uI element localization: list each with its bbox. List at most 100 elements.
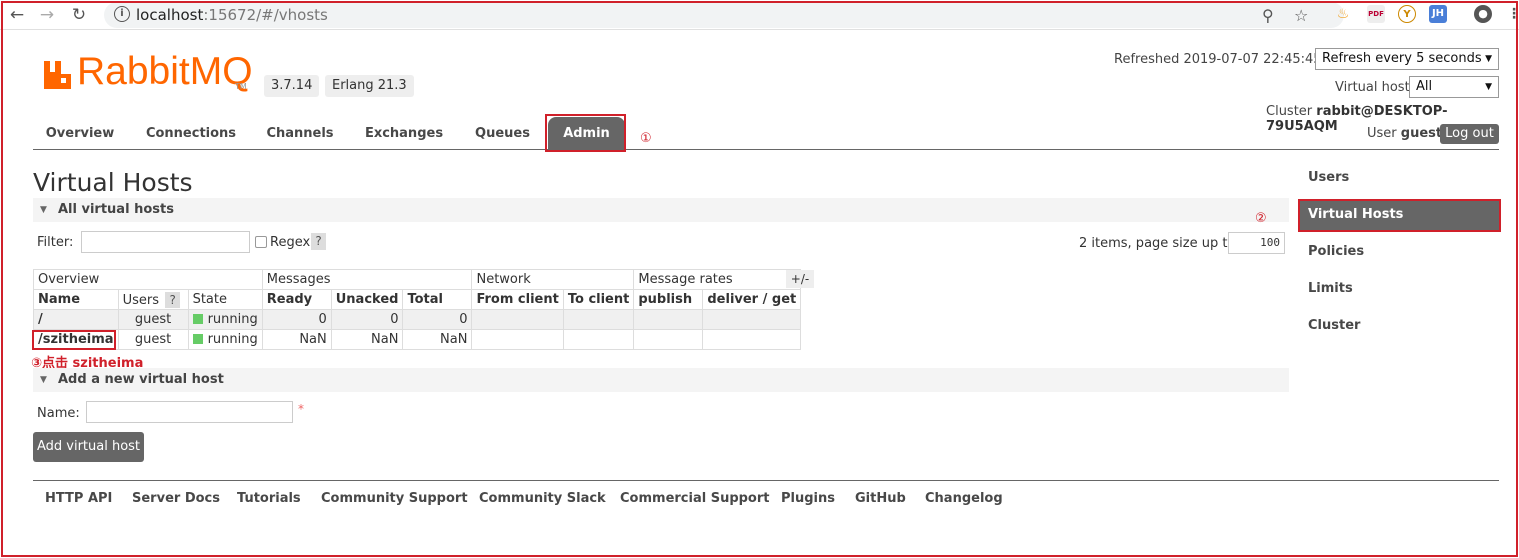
filter-input[interactable] — [81, 231, 250, 253]
col-users: Users ? — [117, 289, 189, 310]
vhost-total: 0 — [402, 309, 473, 330]
collapse-triangle-icon: ▼ — [40, 375, 47, 385]
sidebar-item-users[interactable]: Users — [1300, 163, 1499, 193]
url-text: localhost:15672/#/vhosts — [136, 6, 328, 24]
account-icon[interactable]: ● — [1474, 5, 1492, 23]
group-network: Network — [471, 269, 635, 290]
annotation-box-admin — [545, 114, 626, 152]
sidebar-item-limits[interactable]: Limits — [1300, 274, 1499, 304]
flame-extension-icon[interactable]: ♨ — [1334, 5, 1352, 23]
refreshed-text: Refreshed 2019-07-07 22:45:45 — [1114, 52, 1322, 67]
back-arrow-icon[interactable]: ← — [6, 4, 28, 26]
annotation-number-1: ① — [640, 131, 652, 146]
vhost-unacked: 0 — [330, 309, 404, 330]
vhost-deliver-get — [702, 309, 802, 330]
footer-link-server-docs[interactable]: Server Docs — [132, 491, 220, 506]
refresh-select-value: Refresh every 5 seconds — [1322, 51, 1482, 66]
tab-connections[interactable]: Connections — [133, 117, 249, 150]
tab-overview[interactable]: Overview — [33, 117, 127, 150]
yandex-extension-icon[interactable]: Y — [1398, 5, 1416, 23]
vhost-ready: NaN — [261, 329, 332, 350]
dropdown-arrow-icon: ▼ — [1485, 82, 1492, 92]
vhost-name-link[interactable]: / — [33, 309, 119, 330]
annotation-box-szitheima — [32, 330, 116, 350]
section-title: All virtual hosts — [58, 202, 174, 217]
table-group-header: Overview Messages Network Message rates — [33, 269, 802, 290]
vhost-deliver-get — [702, 329, 802, 350]
vhost-users: guest — [117, 329, 189, 350]
address-bar[interactable]: i localhost:15672/#/vhosts ⚲ ☆ — [104, 2, 1344, 28]
menu-icon[interactable]: ⋮ — [1505, 5, 1519, 23]
main-tabs: Overview Connections Channels Exchanges … — [33, 117, 1499, 150]
tab-exchanges[interactable]: Exchanges — [351, 117, 457, 150]
items-count-text: 2 items, page size up to — [1079, 236, 1236, 251]
table-column-header: Name Users ? State Ready Unacked Total F… — [33, 289, 802, 310]
footer-link-plugins[interactable]: Plugins — [781, 491, 835, 506]
browser-toolbar: ← → ↻ i localhost:15672/#/vhosts ⚲ ☆ ♨ P… — [0, 0, 1519, 30]
vhost-state: running — [187, 309, 263, 330]
footer-link-http-api[interactable]: HTTP API — [45, 491, 112, 506]
reload-icon[interactable]: ↻ — [68, 4, 90, 26]
forward-arrow-icon[interactable]: → — [36, 4, 58, 26]
virtual-hosts-table: Overview Messages Network Message rates … — [33, 269, 802, 350]
vhost-to-client — [562, 329, 635, 350]
vhost-publish — [633, 309, 704, 330]
sidebar-item-policies[interactable]: Policies — [1300, 237, 1499, 267]
column-toggle-button[interactable]: +/- — [786, 270, 814, 288]
page-title: Virtual Hosts — [33, 168, 193, 197]
state-running-icon — [192, 314, 203, 324]
state-running-icon — [192, 334, 203, 344]
footer-link-github[interactable]: GitHub — [855, 491, 906, 506]
vhost-to-client — [562, 309, 635, 330]
footer-link-commercial-support[interactable]: Commercial Support — [620, 491, 770, 506]
col-to-client: To client — [562, 289, 635, 310]
vhost-state: running — [187, 329, 263, 350]
collapse-triangle-icon: ▼ — [40, 205, 47, 215]
section-all-virtual-hosts[interactable]: ▼ All virtual hosts — [33, 198, 1289, 222]
footer-link-community-slack[interactable]: Community Slack — [479, 491, 606, 506]
pdf-extension-icon[interactable]: PDF — [1367, 5, 1385, 23]
col-name[interactable]: Name — [33, 289, 119, 310]
vhost-total: NaN — [402, 329, 473, 350]
info-icon[interactable]: i — [114, 6, 130, 22]
regex-help-icon[interactable]: ? — [311, 233, 326, 250]
vhost-unacked: NaN — [330, 329, 404, 350]
vhost-from-client — [471, 329, 564, 350]
name-label: Name: — [37, 406, 80, 421]
vhost-name-input[interactable] — [86, 401, 293, 423]
section-title: Add a new virtual host — [58, 372, 224, 387]
jh-extension-icon[interactable]: JH — [1429, 5, 1447, 23]
table-row: / guest running 0 0 0 — [33, 309, 802, 330]
footer-link-changelog[interactable]: Changelog — [925, 491, 1003, 506]
footer-link-tutorials[interactable]: Tutorials — [237, 491, 301, 506]
footer-link-community-support[interactable]: Community Support — [321, 491, 468, 506]
users-help-icon[interactable]: ? — [165, 291, 181, 308]
col-ready: Ready — [261, 289, 332, 310]
logo-text: RabbitMQ — [77, 50, 253, 93]
col-from-client: From client — [471, 289, 564, 310]
bookmark-star-icon[interactable]: ☆ — [1294, 6, 1308, 25]
version-badge: 3.7.14 — [264, 75, 320, 97]
col-publish: publish — [633, 289, 704, 310]
virtual-host-select[interactable]: All ▼ — [1409, 76, 1499, 98]
sidebar-item-cluster[interactable]: Cluster — [1300, 311, 1499, 341]
group-messages: Messages — [261, 269, 473, 290]
refresh-select[interactable]: Refresh every 5 seconds ▼ — [1315, 48, 1499, 70]
group-overview: Overview — [33, 269, 263, 290]
section-add-virtual-host[interactable]: ▼ Add a new virtual host — [33, 368, 1289, 392]
regex-checkbox[interactable] — [255, 236, 267, 248]
group-message-rates: Message rates — [633, 269, 802, 290]
key-icon[interactable]: ⚲ — [1262, 6, 1274, 25]
tab-queues[interactable]: Queues — [463, 117, 542, 150]
rabbitmq-logo-icon — [44, 61, 71, 89]
page-size-input[interactable]: 100 — [1228, 232, 1285, 254]
vhost-from-client — [471, 309, 564, 330]
vhost-users: guest — [117, 309, 189, 330]
annotation-box-virtual-hosts — [1298, 199, 1501, 232]
col-state: State — [187, 289, 263, 310]
col-total: Total — [402, 289, 473, 310]
table-row: /szitheima guest running NaN NaN NaN — [33, 329, 802, 350]
tab-channels[interactable]: Channels — [255, 117, 345, 150]
col-deliver-get: deliver / get — [702, 289, 802, 310]
add-virtual-host-button[interactable]: Add virtual host — [33, 432, 144, 462]
